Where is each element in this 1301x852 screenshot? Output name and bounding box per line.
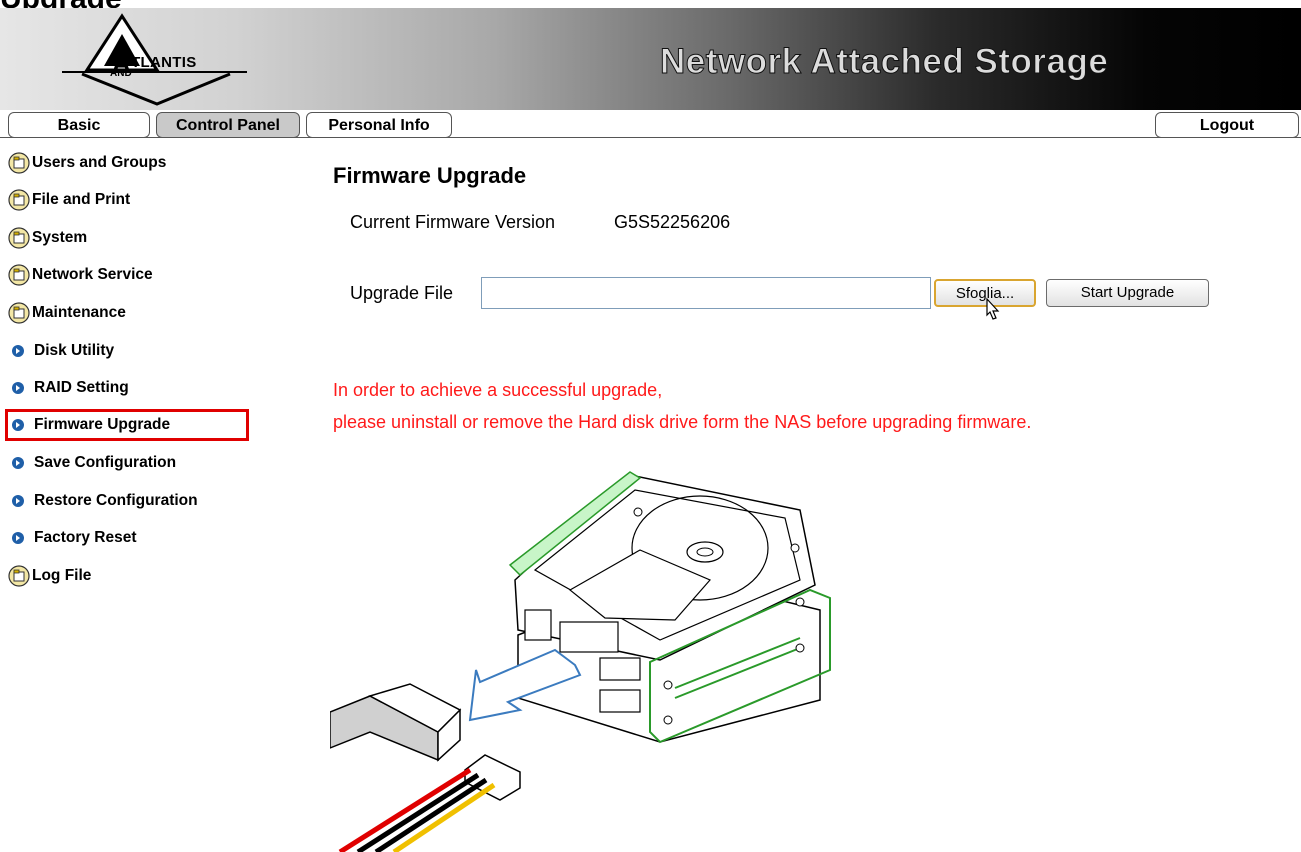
header-banner: ATLANTIS AND Network Attached Storage <box>0 8 1301 110</box>
sidebar-item-label: Save Configuration <box>34 454 177 471</box>
arrow-icon <box>12 457 24 469</box>
firmware-version-label: Current Firmware Version <box>350 212 556 232</box>
sidebar-item-label: Network Service <box>32 266 153 283</box>
sidebar-item-restore-configuration[interactable]: Restore Configuration <box>8 487 198 515</box>
sidebar-item-raid-setting[interactable]: RAID Setting <box>8 374 129 402</box>
folder-icon <box>8 302 30 324</box>
folder-icon <box>8 189 30 211</box>
folder-icon <box>8 565 30 587</box>
sidebar-item-label: Log File <box>32 567 92 584</box>
tab-bar: Basic Control Panel Personal Info Logout <box>0 112 1301 140</box>
arrow-icon <box>12 345 24 357</box>
folder-icon <box>8 152 30 174</box>
mouse-cursor-icon <box>986 297 1000 320</box>
logout-button[interactable]: Logout <box>1155 112 1299 138</box>
sidebar-item-firmware-upgrade[interactable]: Firmware Upgrade <box>5 409 249 441</box>
tab-personal-info[interactable]: Personal Info <box>306 112 452 138</box>
sidebar-item-label: Firmware Upgrade <box>34 416 171 433</box>
folder-icon <box>8 227 30 249</box>
sidebar-item-label: File and Print <box>32 191 131 208</box>
sidebar-item-network-service[interactable]: Network Service <box>8 261 153 289</box>
sidebar-item-label: Users and Groups <box>32 154 167 171</box>
sidebar-item-file-and-print[interactable]: File and Print <box>8 186 130 214</box>
sidebar-item-log-file[interactable]: Log File <box>8 562 91 590</box>
sidebar-item-save-configuration[interactable]: Save Configuration <box>8 449 176 477</box>
start-upgrade-button[interactable]: Start Upgrade <box>1046 279 1209 307</box>
header-title: Network Attached Storage <box>659 42 1109 82</box>
tab-control-panel[interactable]: Control Panel <box>156 112 300 138</box>
arrow-icon <box>12 495 24 507</box>
page-title: Firmware Upgrade <box>333 163 527 188</box>
sidebar-item-factory-reset[interactable]: Factory Reset <box>8 524 137 552</box>
arrow-icon <box>12 419 24 431</box>
warning-line-1: In order to achieve a successful upgrade… <box>333 380 663 400</box>
sidebar-item-users-and-groups[interactable]: Users and Groups <box>8 149 166 177</box>
folder-icon <box>8 264 30 286</box>
sidebar-item-label: Maintenance <box>32 304 126 321</box>
warning-line-2: please uninstall or remove the Hard disk… <box>333 412 1032 432</box>
arrow-icon <box>12 532 24 544</box>
sidebar-item-label: Factory Reset <box>34 529 137 546</box>
firmware-version-value: G5S52256206 <box>614 212 731 232</box>
tab-basic[interactable]: Basic <box>8 112 150 138</box>
upgrade-file-input[interactable] <box>481 277 931 309</box>
sidebar-item-disk-utility[interactable]: Disk Utility <box>8 337 114 365</box>
sidebar-item-label: Restore Configuration <box>34 492 198 509</box>
sidebar-item-system[interactable]: System <box>8 224 87 252</box>
arrow-icon <box>12 382 24 394</box>
sidebar-item-maintenance[interactable]: Maintenance <box>8 299 126 327</box>
logo-subtext: AND <box>110 68 132 79</box>
sidebar-item-label: System <box>32 229 88 246</box>
upgrade-file-label: Upgrade File <box>350 283 454 303</box>
sidebar-item-label: RAID Setting <box>34 379 129 396</box>
sidebar-item-label: Disk Utility <box>34 342 115 359</box>
hard-disk-removal-illustration <box>330 471 831 852</box>
